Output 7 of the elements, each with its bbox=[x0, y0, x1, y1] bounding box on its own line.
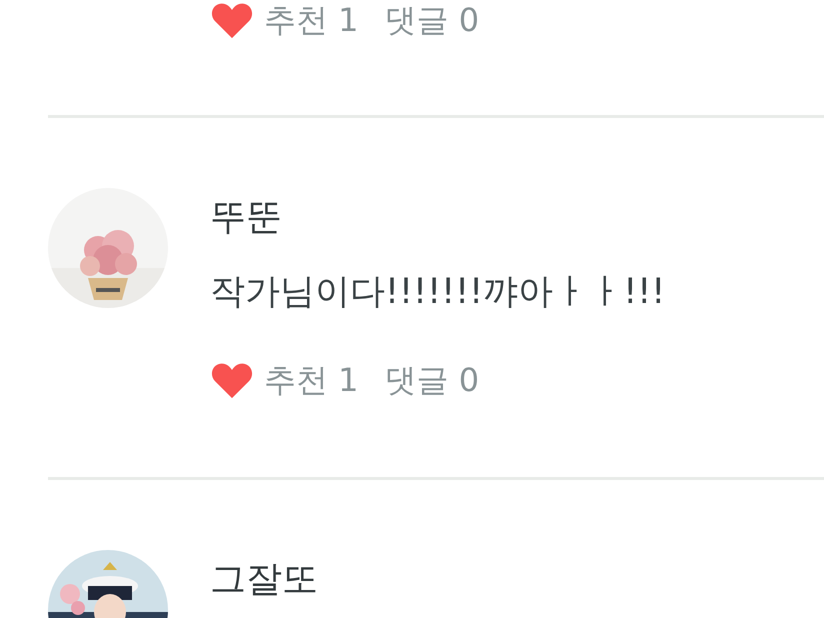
author-name: 뚜뚠 bbox=[210, 196, 283, 240]
like-count[interactable]: 추천 1 bbox=[264, 0, 359, 40]
author-name: 그잘또 bbox=[210, 558, 318, 602]
comment-text: 작가님이다!!!!!!!꺄아ㅏㅏ!!! bbox=[210, 271, 666, 314]
like-count[interactable]: 추천 1 bbox=[264, 360, 359, 400]
reply-count[interactable]: 댓글 0 bbox=[384, 360, 480, 400]
reply-count[interactable]: 댓글 0 bbox=[384, 0, 480, 40]
